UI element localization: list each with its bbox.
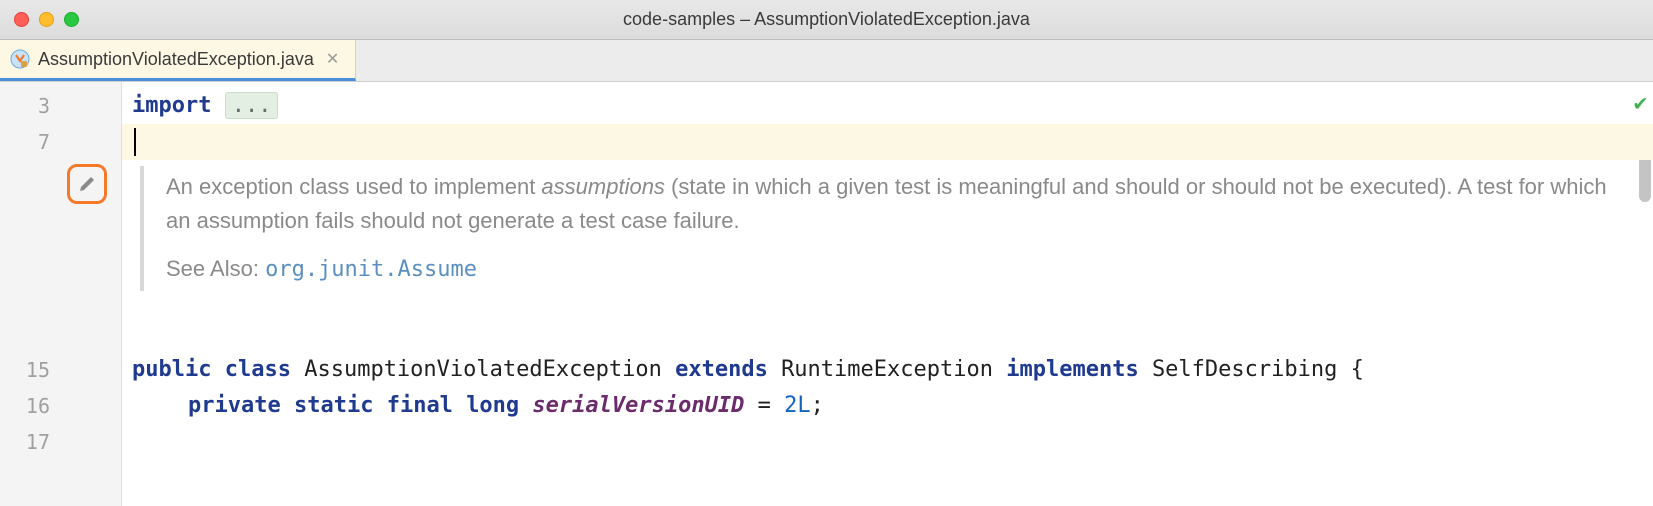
folded-region[interactable]: ... [225, 92, 279, 119]
editor-tab-active[interactable]: AssumptionViolatedException.java ✕ [0, 40, 356, 81]
code-line-import: import ... [132, 88, 1653, 124]
javadoc-link[interactable]: org.junit.Assume [265, 257, 477, 282]
tab-filename: AssumptionViolatedException.java [38, 49, 314, 70]
close-window-button[interactable] [14, 12, 29, 27]
edit-gutter-icon[interactable] [67, 164, 107, 204]
close-tab-icon[interactable]: ✕ [322, 49, 343, 69]
line-number: 3 [0, 88, 122, 124]
minimize-window-button[interactable] [39, 12, 54, 27]
gutter[interactable]: 3 7 15 16 17 [0, 82, 122, 506]
javadoc-see-also: See Also: org.junit.Assume [166, 252, 1633, 287]
traffic-lights [14, 12, 79, 27]
code-editor[interactable]: ✔ import ... An exception class used to … [122, 82, 1653, 506]
code-line-class-decl: public class AssumptionViolatedException… [132, 352, 1653, 388]
javadoc-body: An exception class used to implement ass… [166, 170, 1633, 238]
window-title: code-samples – AssumptionViolatedExcepti… [623, 9, 1030, 30]
java-file-icon [10, 49, 30, 69]
editor-tabbar: AssumptionViolatedException.java ✕ [0, 40, 1653, 82]
line-number: 7 [0, 124, 122, 160]
line-number: 16 [0, 388, 122, 424]
line-number: 17 [0, 424, 122, 460]
code-line-field: private static final long serialVersionU… [132, 388, 1653, 424]
cursor-line [122, 124, 1653, 160]
rendered-javadoc[interactable]: An exception class used to implement ass… [140, 166, 1633, 291]
editor-area: 3 7 15 16 17 ✔ import ... An exception c… [0, 82, 1653, 506]
window-titlebar: code-samples – AssumptionViolatedExcepti… [0, 0, 1653, 40]
text-caret [134, 128, 136, 156]
zoom-window-button[interactable] [64, 12, 79, 27]
line-number: 15 [0, 352, 122, 388]
